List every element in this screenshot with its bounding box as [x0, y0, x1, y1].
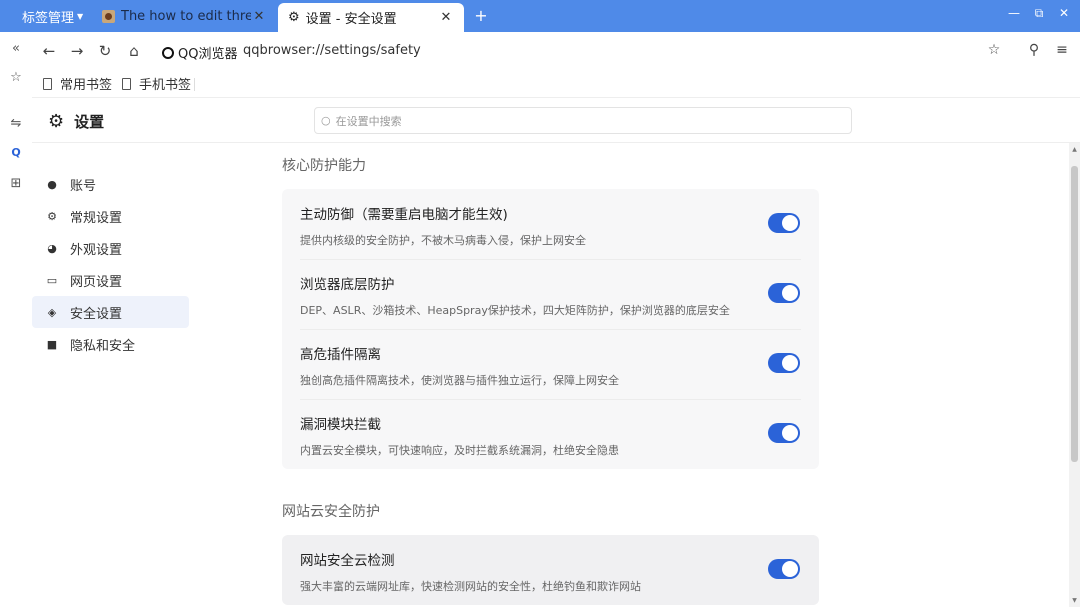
search-icon: ○ — [321, 114, 331, 127]
toggle-switch[interactable] — [768, 213, 800, 233]
back-icon[interactable]: ← — [40, 42, 58, 60]
site-identity[interactable]: QQ浏览器 — [162, 43, 237, 62]
toggle-switch[interactable] — [768, 283, 800, 303]
restore-button[interactable]: ⧉ — [1031, 6, 1047, 21]
bookmark-icon — [43, 77, 52, 90]
lock-icon: ■ — [46, 337, 58, 351]
close-icon[interactable]: ✕ — [438, 10, 454, 25]
side-toolbar: « ☆ ⇋ Q ⊞ — [0, 32, 32, 607]
setting-row: 网站安全云检测 强大丰富的云端网址库，快速检测网站的安全性，杜绝钓鱼和欺诈网站 — [282, 535, 819, 605]
section-title: 网站云安全防护 — [282, 504, 380, 520]
toggle-switch[interactable] — [768, 423, 800, 443]
toggle-switch[interactable] — [768, 559, 800, 579]
setting-row: 浏览器底层防护 DEP、ASLR、沙箱技术、HeapSpray保护技术，四大矩阵… — [282, 259, 819, 329]
setting-title: 高危插件隔离 — [300, 347, 381, 363]
sidebar-item-appearance[interactable]: ◕ 外观设置 — [32, 232, 189, 264]
sidebar-item-label: 网页设置 — [70, 274, 123, 290]
bookmark-mobile[interactable]: 手机书签 — [122, 74, 191, 93]
qq-logo-icon — [162, 46, 174, 59]
forward-icon[interactable]: → — [68, 42, 86, 60]
sidebar-item-label: 外观设置 — [70, 242, 123, 258]
page-title-label: 设置 — [74, 113, 105, 131]
webpage-icon: ▭ — [46, 273, 58, 287]
close-window-button[interactable]: ✕ — [1056, 6, 1072, 20]
sidebar-item-label: 安全设置 — [70, 306, 123, 322]
setting-title: 网站安全云检测 — [300, 553, 395, 569]
toggle-switch[interactable] — [768, 353, 800, 373]
settings-card: 主动防御（需要重启电脑才能生效) 提供内核级的安全防护，不被木马病毒入侵，保护上… — [282, 189, 819, 469]
settings-card: 网站安全云检测 强大丰富的云端网址库，快速检测网站的安全性，杜绝钓鱼和欺诈网站 — [282, 535, 819, 605]
divider — [194, 78, 195, 91]
tab-group-button[interactable]: 标签管理 ▼ — [22, 4, 83, 28]
section-title: 核心防护能力 — [282, 158, 366, 174]
sidebar-item-account[interactable]: ● 账号 — [32, 168, 189, 200]
scrollbar-thumb[interactable] — [1071, 166, 1078, 462]
setting-desc: 独创高危插件隔离技术，使浏览器与插件独立运行，保障上网安全 — [300, 374, 619, 387]
tab-thread[interactable]: The how to edit thread ✕ — [92, 3, 277, 29]
scroll-down-icon[interactable]: ▼ — [1069, 597, 1080, 604]
bookmark-star-icon[interactable]: ☆ — [986, 42, 1002, 58]
sidebar-item-webpage[interactable]: ▭ 网页设置 — [32, 264, 189, 296]
qq-icon[interactable]: Q — [8, 146, 24, 159]
setting-row: 高危插件隔离 独创高危插件隔离技术，使浏览器与插件独立运行，保障上网安全 — [282, 329, 819, 399]
sidebar-item-label: 隐私和安全 — [70, 338, 136, 354]
setting-row: 漏洞模块拦截 内置云安全模块，可快速响应，及时拦截系统漏洞，杜绝安全隐患 — [282, 399, 819, 469]
url-input[interactable]: qqbrowser://settings/safety — [243, 43, 421, 58]
bookmark-label: 手机书签 — [139, 78, 192, 93]
close-icon[interactable]: ✕ — [251, 9, 267, 24]
bookmark-label: 常用书签 — [60, 78, 113, 93]
tab-label: 设置 - 安全设置 — [305, 12, 397, 27]
tab-settings[interactable]: ⚙ 设置 - 安全设置 ✕ — [278, 3, 464, 32]
setting-title: 漏洞模块拦截 — [300, 417, 381, 433]
shield-icon: ◈ — [47, 305, 57, 319]
settings-sidebar: ● 账号 ⚙ 常规设置 ◕ 外观设置 ▭ 网页设置 ◈ 安全设置 ■ 隐私和安全 — [32, 168, 189, 360]
menu-icon[interactable]: ≡ — [1054, 42, 1070, 58]
gear-icon: ⚙ — [48, 111, 65, 132]
chevron-down-icon: ▼ — [77, 11, 84, 21]
sidebar-item-security[interactable]: ◈ 安全设置 — [32, 296, 189, 328]
title-bar: 标签管理 ▼ The how to edit thread ✕ ⚙ 设置 - 安… — [0, 0, 1080, 32]
palette-icon: ◕ — [47, 241, 57, 255]
tab-label: The how to edit thread — [121, 8, 251, 24]
bookmarks-bar: 常用书签 手机书签 — [32, 70, 1080, 98]
bookmark-common[interactable]: 常用书签 — [43, 74, 112, 93]
tab-favicon-icon — [102, 9, 115, 23]
setting-desc: 内置云安全模块，可快速响应，及时拦截系统漏洞，杜绝安全隐患 — [300, 444, 619, 457]
setting-desc: DEP、ASLR、沙箱技术、HeapSpray保护技术，四大矩阵防护，保护浏览器… — [300, 304, 730, 317]
setting-desc: 提供内核级的安全防护，不被木马病毒入侵，保护上网安全 — [300, 234, 586, 247]
collapse-icon[interactable]: « — [8, 41, 24, 56]
gear-icon: ⚙ — [47, 209, 57, 223]
settings-header: ⚙ 设置 ○ 在设置中搜索 — [32, 99, 1080, 143]
page-title: ⚙ 设置 — [48, 111, 104, 132]
phone-icon — [122, 77, 131, 90]
sidebar-item-privacy[interactable]: ■ 隐私和安全 — [32, 328, 189, 360]
setting-title: 主动防御（需要重启电脑才能生效) — [300, 207, 508, 223]
search-placeholder: 在设置中搜索 — [335, 114, 402, 128]
extensions-icon[interactable]: ⚲ — [1026, 42, 1042, 58]
add-square-icon[interactable]: ⊞ — [8, 176, 24, 191]
gear-icon: ⚙ — [288, 10, 300, 25]
person-icon: ● — [47, 177, 57, 191]
setting-row: 主动防御（需要重启电脑才能生效) 提供内核级的安全防护，不被木马病毒入侵，保护上… — [282, 189, 819, 259]
setting-desc: 强大丰富的云端网址库，快速检测网站的安全性，杜绝钓鱼和欺诈网站 — [300, 580, 641, 593]
minimize-button[interactable]: — — [1006, 6, 1022, 20]
sidebar-item-general[interactable]: ⚙ 常规设置 — [32, 200, 189, 232]
star-icon[interactable]: ☆ — [8, 70, 24, 85]
new-tab-button[interactable]: + — [472, 6, 490, 25]
sidebar-item-label: 账号 — [70, 178, 97, 194]
swap-icon[interactable]: ⇋ — [8, 116, 24, 131]
reload-icon[interactable]: ↻ — [96, 42, 114, 60]
search-input[interactable]: ○ 在设置中搜索 — [314, 107, 852, 134]
setting-title: 浏览器底层防护 — [300, 277, 395, 293]
tab-group-label: 标签管理 — [22, 10, 75, 26]
address-bar: ← → ↻ ⌂ QQ浏览器 qqbrowser://settings/safet… — [32, 32, 1080, 70]
scroll-up-icon[interactable]: ▲ — [1069, 146, 1080, 153]
sidebar-item-label: 常规设置 — [70, 210, 123, 226]
site-name-label: QQ浏览器 — [178, 47, 238, 62]
home-icon[interactable]: ⌂ — [125, 42, 143, 60]
